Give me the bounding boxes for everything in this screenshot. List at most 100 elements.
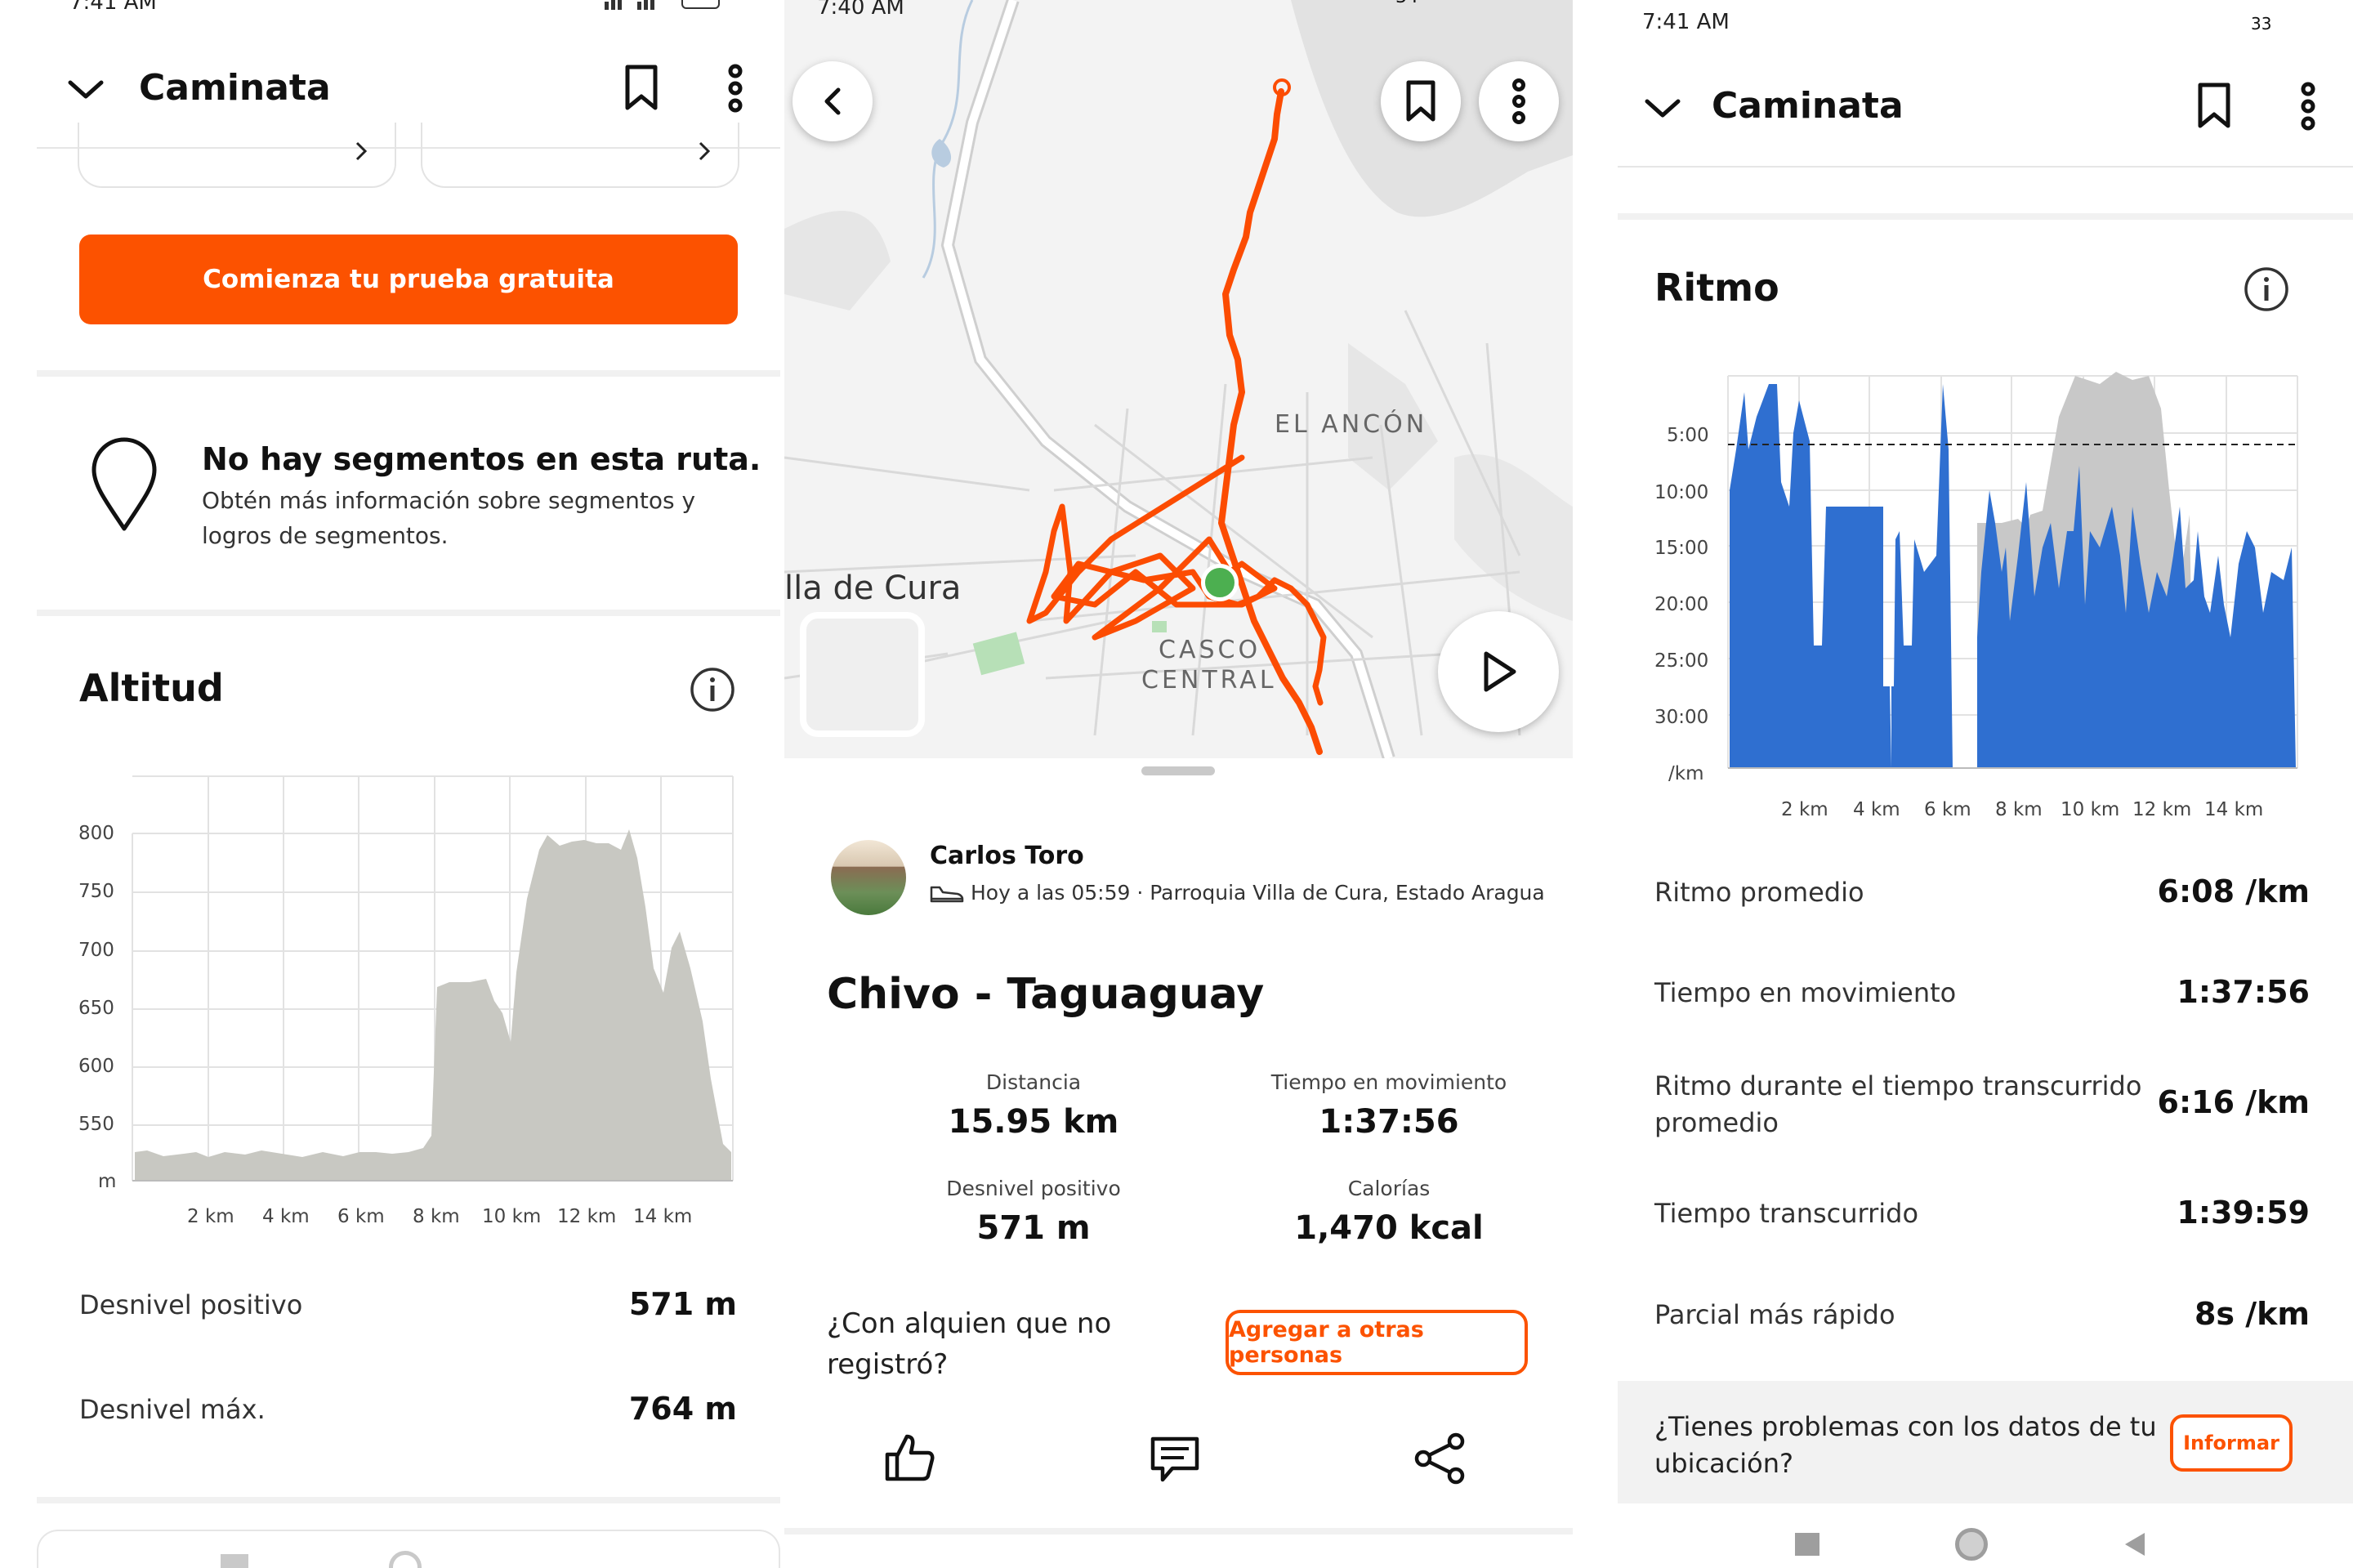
pace-y-tick: /km bbox=[1668, 763, 1704, 784]
stat-value: 15.95 km bbox=[948, 1103, 1119, 1141]
bookmark-icon[interactable] bbox=[621, 64, 662, 113]
activity-meta: Hoy a las 05:59 · Parroquia Villa de Cur… bbox=[971, 881, 1545, 905]
stat-value: 1,470 kcal bbox=[1294, 1209, 1484, 1247]
pace-y-tick: 10:00 bbox=[1654, 482, 1709, 503]
route-start-marker bbox=[1201, 564, 1239, 601]
with-someone-text-2: registró? bbox=[827, 1348, 949, 1381]
stat-value: 1:37:56 bbox=[2177, 974, 2310, 1010]
report-button[interactable]: Informar bbox=[2170, 1414, 2293, 1472]
status-time: 7:40 AM bbox=[817, 0, 904, 20]
elevation-y-tick: m bbox=[98, 1171, 117, 1192]
elevation-x-tick: 6 km bbox=[337, 1206, 385, 1227]
pace-x-tick: 8 km bbox=[1995, 799, 2043, 820]
location-pin-icon bbox=[86, 437, 163, 535]
stat-label: Parcial más rápido bbox=[1654, 1299, 1895, 1330]
pace-details-panel: 7:41 AM 33 Caminata Ritmo 5:00 10:00 15:… bbox=[1618, 0, 2353, 1568]
map-style-thumbnail[interactable] bbox=[803, 615, 922, 734]
section-divider bbox=[37, 370, 780, 377]
segments-title: No hay segmentos en esta ruta. bbox=[202, 441, 761, 477]
page-title: Caminata bbox=[1712, 85, 1904, 127]
section-divider bbox=[37, 610, 780, 616]
add-others-button[interactable]: Agregar a otras personas bbox=[1226, 1310, 1528, 1375]
free-trial-button[interactable]: Comienza tu prueba gratuita bbox=[79, 235, 738, 324]
stat-label: Ritmo promedio bbox=[1654, 877, 1864, 908]
athlete-name[interactable]: Carlos Toro bbox=[930, 842, 1084, 870]
section-divider bbox=[1618, 213, 2353, 220]
shoe-icon bbox=[930, 882, 964, 904]
header-divider bbox=[1618, 166, 2353, 168]
stat-value: 6:16 /km bbox=[2157, 1084, 2311, 1120]
stat-label: Desnivel positivo bbox=[79, 1289, 303, 1320]
pace-y-tick: 15:00 bbox=[1654, 538, 1709, 559]
back-button[interactable] bbox=[793, 61, 873, 141]
stat-label: Desnivel máx. bbox=[79, 1394, 266, 1425]
collapse-chevron-icon[interactable] bbox=[1642, 88, 1683, 129]
with-someone-text-1: ¿Con alquien que no bbox=[827, 1307, 1112, 1340]
elevation-y-tick: 650 bbox=[78, 998, 114, 1019]
pace-title: Ritmo bbox=[1654, 266, 1779, 310]
map-label-el-ancon: EL ANCÓN bbox=[1275, 410, 1428, 439]
stat-label: Calorías bbox=[1347, 1177, 1431, 1200]
more-options-icon[interactable] bbox=[719, 64, 752, 113]
elevation-x-tick: 8 km bbox=[413, 1206, 460, 1227]
stat-value: 1:39:59 bbox=[2177, 1195, 2310, 1231]
pace-y-tick: 5:00 bbox=[1667, 425, 1709, 446]
stat-label: Desnivel positivo bbox=[946, 1177, 1121, 1200]
segments-subtitle-2: logros de segmentos. bbox=[202, 522, 449, 549]
comment-icon[interactable] bbox=[1148, 1434, 1202, 1485]
elevation-y-tick: 750 bbox=[78, 881, 114, 902]
bookmark-icon[interactable] bbox=[2194, 82, 2235, 131]
card-partial-right[interactable] bbox=[421, 123, 739, 188]
stat-value: 8s /km bbox=[2194, 1296, 2310, 1332]
pace-x-tick: 12 km bbox=[2132, 799, 2192, 820]
elevation-x-tick: 12 km bbox=[557, 1206, 617, 1227]
kudos-icon[interactable] bbox=[882, 1430, 936, 1484]
segments-subtitle-1: Obtén más información sobre segmentos y bbox=[202, 487, 696, 514]
elevation-y-tick: 600 bbox=[78, 1056, 114, 1077]
info-icon[interactable] bbox=[2243, 266, 2290, 313]
report-text-1: ¿Tienes problemas con los datos de tu bbox=[1654, 1411, 2157, 1442]
battery-level: 33 bbox=[2251, 14, 2272, 34]
map-label-central: CENTRAL bbox=[1141, 666, 1277, 695]
report-text-2: ubicación? bbox=[1654, 1448, 1794, 1479]
nav-home-icon[interactable] bbox=[1955, 1528, 1988, 1561]
elevation-x-tick: 14 km bbox=[633, 1206, 693, 1227]
collapse-chevron-icon[interactable] bbox=[65, 69, 106, 110]
pace-x-tick: 14 km bbox=[2204, 799, 2264, 820]
pace-chart bbox=[1618, 368, 2353, 793]
map-label-villa: lla de Cura bbox=[784, 570, 962, 607]
stat-value: 6:08 /km bbox=[2157, 873, 2311, 909]
section-divider bbox=[37, 1497, 780, 1503]
nav-recents-icon[interactable] bbox=[221, 1554, 248, 1568]
stat-value: 571 m bbox=[628, 1286, 737, 1322]
pace-x-tick: 10 km bbox=[2061, 799, 2120, 820]
nav-back-icon[interactable] bbox=[2120, 1530, 2150, 1559]
battery-level: 34 bbox=[1395, 0, 1418, 7]
route-end-marker bbox=[1273, 78, 1291, 96]
elevation-title: Altitud bbox=[79, 666, 224, 710]
drag-handle[interactable] bbox=[1141, 766, 1215, 775]
avatar[interactable] bbox=[831, 840, 906, 915]
share-icon[interactable] bbox=[1413, 1432, 1467, 1485]
elevation-x-tick: 4 km bbox=[262, 1206, 310, 1227]
activity-details-panel: 7:41 AM Caminata Comienza tu prueba grat… bbox=[0, 0, 780, 1568]
more-options-button[interactable] bbox=[1479, 61, 1559, 141]
info-icon[interactable] bbox=[689, 666, 736, 713]
elevation-chart bbox=[0, 768, 780, 1242]
card-partial-left[interactable] bbox=[78, 123, 396, 188]
status-time: 7:41 AM bbox=[1642, 10, 1730, 34]
stat-value: 571 m bbox=[976, 1209, 1091, 1247]
more-options-icon[interactable] bbox=[2292, 82, 2324, 131]
stat-label: Tiempo transcurrido bbox=[1654, 1198, 1919, 1229]
bookmark-button[interactable] bbox=[1381, 61, 1461, 141]
elevation-x-tick: 10 km bbox=[482, 1206, 542, 1227]
play-flyover-button[interactable] bbox=[1438, 611, 1559, 732]
status-time: 7:41 AM bbox=[69, 0, 157, 15]
pace-x-tick: 4 km bbox=[1853, 799, 1900, 820]
page-title: Caminata bbox=[139, 67, 331, 109]
activity-title: Chivo - Taguaguay bbox=[827, 970, 1265, 1019]
pace-x-tick: 6 km bbox=[1924, 799, 1971, 820]
stat-label: promedio bbox=[1654, 1107, 1779, 1138]
elevation-x-tick: 2 km bbox=[187, 1206, 234, 1227]
nav-recents-icon[interactable] bbox=[1795, 1533, 1819, 1556]
